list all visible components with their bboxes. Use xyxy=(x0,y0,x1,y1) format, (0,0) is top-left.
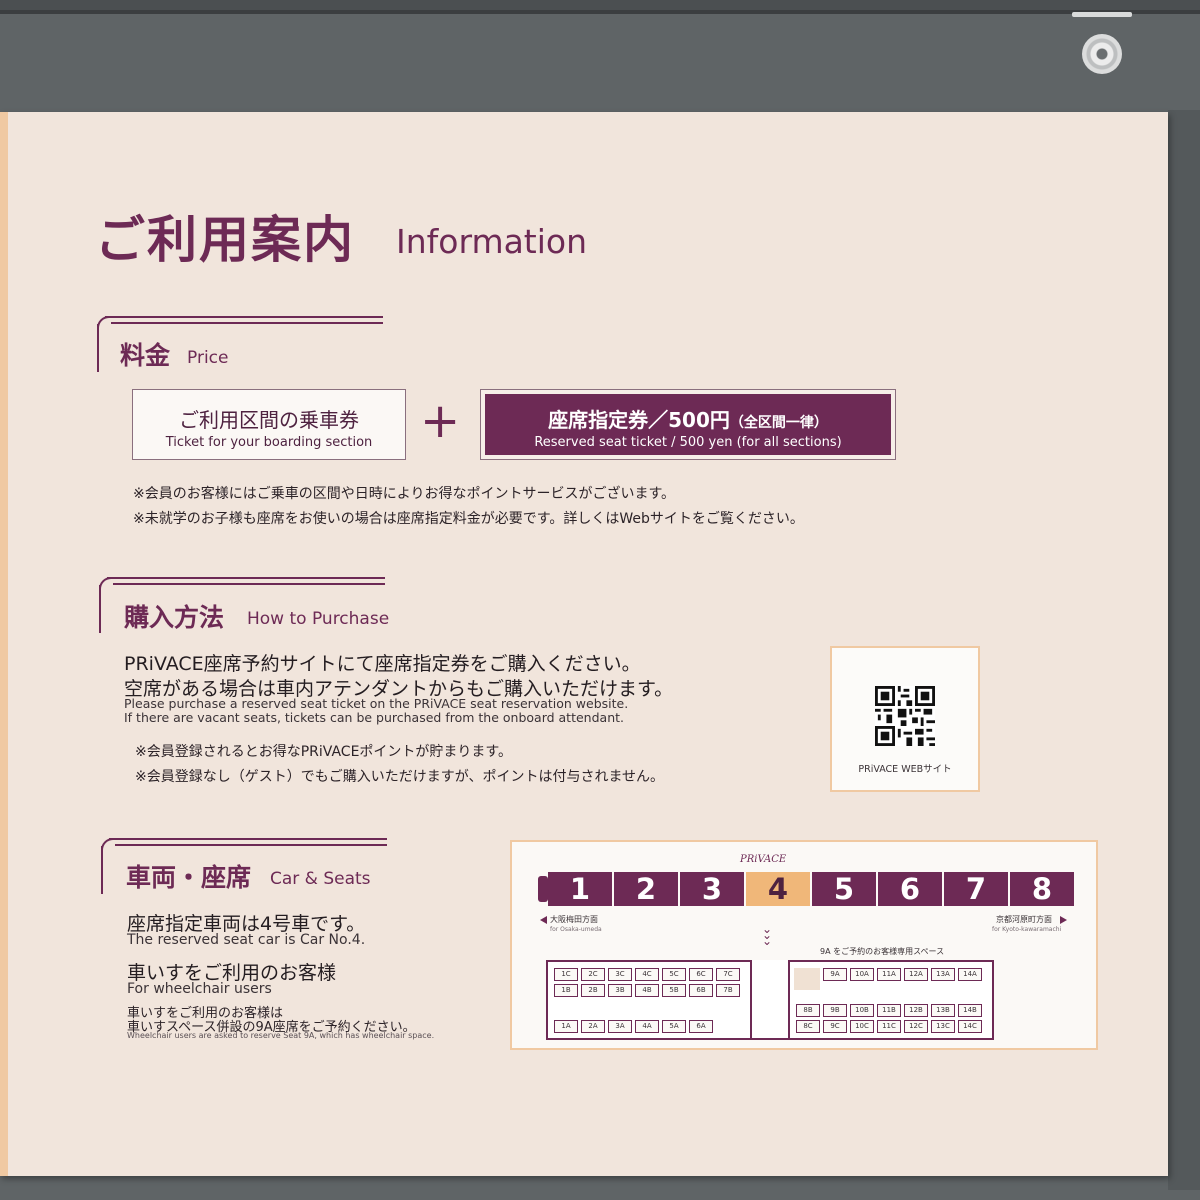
seats-title-en: Car & Seats xyxy=(270,869,371,889)
seat-14A: 14A xyxy=(958,968,982,981)
reserved-seat-jp: 座席指定券／500円 xyxy=(548,408,730,432)
seat-7C: 7C xyxy=(716,968,740,981)
wheelchair-space-note: 9A をご予約のお客様専用スペース xyxy=(820,947,945,956)
reserved-seat-box: 座席指定券／500円（全区間一律） Reserved seat ticket /… xyxy=(480,389,896,460)
direction-right-en: for Kyoto-kawaramachi xyxy=(992,926,1062,933)
panel-edge xyxy=(0,112,8,1176)
seat-14B: 14B xyxy=(958,1004,982,1017)
page-title: ご利用案内 xyxy=(95,211,355,269)
car-deck xyxy=(750,960,790,1038)
seat-11B: 11B xyxy=(877,1004,901,1017)
seat-13C: 13C xyxy=(931,1020,955,1033)
direction-left-en: for Osaka-umeda xyxy=(550,926,602,933)
page-title-en: Information xyxy=(396,222,588,261)
seat-9C: 9C xyxy=(823,1020,847,1033)
qr-code-icon[interactable] xyxy=(875,686,935,746)
seat-12B: 12B xyxy=(904,1004,928,1017)
car4-floor-plan: 1C 2C 3C 4C 5C 6C 7C 1B 2B 3B 4B 5B 6B 7B 1A 2A 3A 4A 5A 6A… xyxy=(546,960,994,1040)
seat-11C: 11C xyxy=(877,1020,901,1033)
car-5: 5 xyxy=(812,872,876,906)
seat-5B: 5B xyxy=(662,984,686,997)
reserved-seat-jp-small: （全区間一律） xyxy=(729,415,828,431)
plus-icon: + xyxy=(420,393,461,449)
seat-10C: 10C xyxy=(850,1020,874,1033)
information-panel: ご利用案内 Information 料金 Price ご利用区間の乗車券 Tic… xyxy=(0,112,1168,1176)
wall-latch xyxy=(1072,12,1132,17)
seat-3B: 3B xyxy=(608,984,632,997)
seat-2C: 2C xyxy=(581,968,605,981)
seat-4C: 4C xyxy=(635,968,659,981)
price-note-2: ※未就学のお子様も座席をお使いの場合は座席指定料金が必要です。詳しくはWebサイ… xyxy=(133,511,804,527)
purchase-body-jp-1: PRiVACE座席予約サイトにて座席指定券をご購入ください。 xyxy=(124,653,641,675)
price-title-en: Price xyxy=(187,348,229,368)
purchase-body-en-1: Please purchase a reserved seat ticket o… xyxy=(124,696,629,711)
purchase-title-en: How to Purchase xyxy=(247,609,390,629)
purchase-note-2: ※会員登録なし（ゲスト）でもご購入いただけますが、ポイントは付与されません。 xyxy=(135,769,665,785)
train-end-left xyxy=(538,876,548,902)
car-8: 8 xyxy=(1010,872,1074,906)
seat-3C: 3C xyxy=(608,968,632,981)
wheelchair-body-en: Wheelchair users are asked to reserve Se… xyxy=(127,1031,435,1040)
seat-4B: 4B xyxy=(635,984,659,997)
seat-1C: 1C xyxy=(554,968,578,981)
car-3: 3 xyxy=(680,872,744,906)
car-7: 7 xyxy=(944,872,1008,906)
price-note-1: ※会員のお客様にはご乗車の区間や日時によりお得なポイントサービスがございます。 xyxy=(133,486,676,502)
seat-10A: 10A xyxy=(850,968,874,981)
seat-8C: 8C xyxy=(796,1020,820,1033)
price-title: 料金 xyxy=(120,341,171,370)
reserved-seat-en: Reserved seat ticket / 500 yen (for all … xyxy=(534,435,842,450)
wall-right xyxy=(1168,110,1200,1190)
wall-seam xyxy=(0,10,1200,14)
wheelchair-space xyxy=(794,968,820,990)
seat-1A: 1A xyxy=(554,1020,578,1033)
seat-8B: 8B xyxy=(796,1004,820,1017)
boarding-ticket-en: Ticket for your boarding section xyxy=(165,435,373,450)
train-seat-map: PRiVACE 12345678 大阪梅田方面 for Osaka-umeda … xyxy=(510,840,1098,1050)
direction-left: 大阪梅田方面 xyxy=(550,915,598,924)
direction-right: 京都河原町方面 xyxy=(996,915,1052,924)
seat-1B: 1B xyxy=(554,984,578,997)
arrow-left-icon xyxy=(540,916,547,924)
seat-6B: 6B xyxy=(689,984,713,997)
seat-6A: 6A xyxy=(689,1020,713,1033)
arrow-right-icon xyxy=(1060,916,1067,924)
chevron-down-icon: ⌄ ⌄ ⌄ xyxy=(762,922,773,948)
purchase-title: 購入方法 xyxy=(124,603,225,632)
seats-title: 車両・座席 xyxy=(126,863,252,892)
seat-2B: 2B xyxy=(581,984,605,997)
car-1: 1 xyxy=(548,872,612,906)
qr-card[interactable]: PRiVACE WEBサイト xyxy=(830,646,980,792)
seat-5A: 5A xyxy=(662,1020,686,1033)
wall-bolt xyxy=(1082,34,1122,74)
boarding-ticket-jp: ご利用区間の乗車券 xyxy=(179,408,359,432)
seat-6C: 6C xyxy=(689,968,713,981)
wall-top xyxy=(0,0,1200,10)
wheelchair-heading-en: For wheelchair users xyxy=(127,981,272,997)
seat-12C: 12C xyxy=(904,1020,928,1033)
car-2: 2 xyxy=(614,872,678,906)
seat-10B: 10B xyxy=(850,1004,874,1017)
seat-13B: 13B xyxy=(931,1004,955,1017)
seat-14C: 14C xyxy=(958,1020,982,1033)
seat-11A: 11A xyxy=(877,968,901,981)
car-6: 6 xyxy=(878,872,942,906)
seat-5C: 5C xyxy=(662,968,686,981)
seat-13A: 13A xyxy=(931,968,955,981)
reserved-car-en: The reserved seat car is Car No.4. xyxy=(127,932,366,948)
privace-logo: PRiVACE xyxy=(740,854,787,865)
car-4: 4 xyxy=(746,872,810,906)
seat-12A: 12A xyxy=(904,968,928,981)
purchase-note-1: ※会員登録されるとお得なPRiVACEポイントが貯まります。 xyxy=(135,744,513,760)
seat-9A: 9A xyxy=(823,968,847,981)
seat-9B: 9B xyxy=(823,1004,847,1017)
purchase-body-en-2: If there are vacant seats, tickets can b… xyxy=(124,710,624,725)
boarding-ticket-box: ご利用区間の乗車券 Ticket for your boarding secti… xyxy=(132,389,406,460)
qr-label: PRiVACE WEBサイト xyxy=(858,764,952,775)
seat-7B: 7B xyxy=(716,984,740,997)
seat-2A: 2A xyxy=(581,1020,605,1033)
seat-4A: 4A xyxy=(635,1020,659,1033)
seat-3A: 3A xyxy=(608,1020,632,1033)
